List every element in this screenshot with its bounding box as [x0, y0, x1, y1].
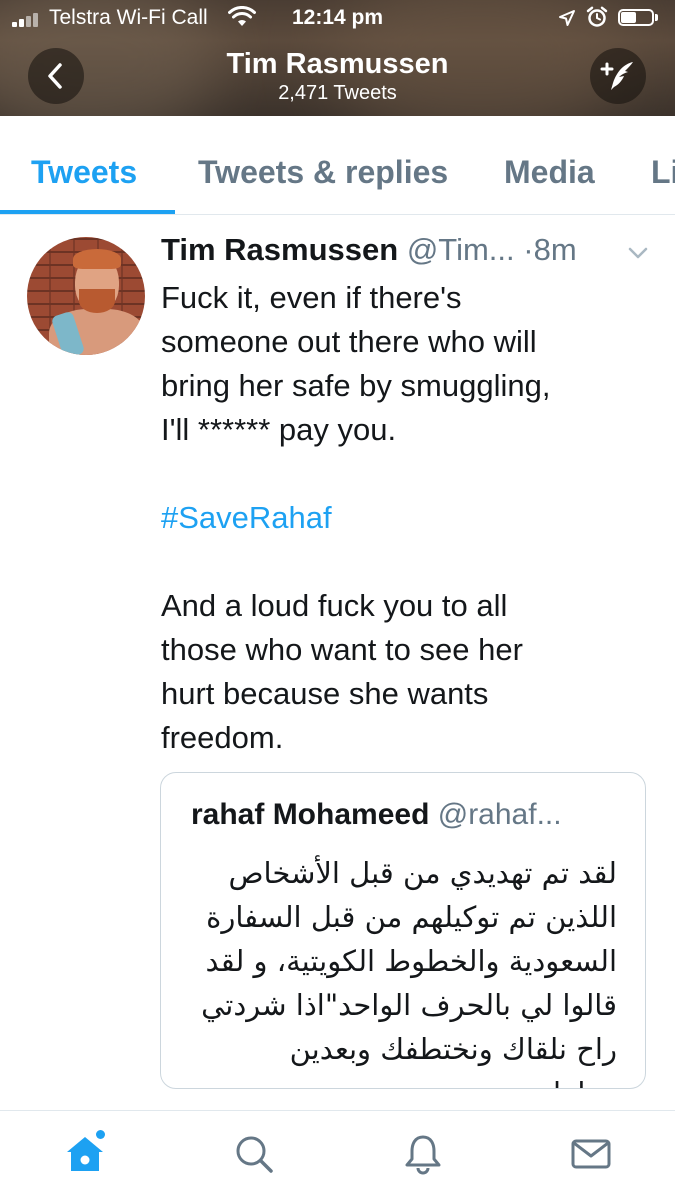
- notifications-bell-icon[interactable]: [402, 1133, 444, 1175]
- tweet-line: And a loud fuck you to all: [161, 588, 508, 623]
- quoted-line: راح نلقاك ونختطفك وبعدين نتعامل...: [289, 1032, 617, 1088]
- tab-tweets[interactable]: Tweets: [31, 154, 137, 191]
- quoted-tweet-text: لقد تم تهديدي من قبل الأشخاص اللذين تم ت…: [185, 851, 617, 1088]
- quoted-author-handle: @rahaf...: [437, 798, 562, 831]
- location-arrow-icon: [559, 10, 575, 26]
- profile-tabs: Tweets Tweets & replies Media Li: [0, 116, 675, 215]
- quoted-author-name: rahaf Mohameed: [191, 798, 430, 831]
- active-tab-indicator: [0, 210, 175, 214]
- hashtag-link[interactable]: #SaveRahaf: [161, 496, 651, 540]
- tweet-timestamp: ·8m: [523, 232, 577, 267]
- tweet-text: Fuck it, even if there's someone out the…: [161, 276, 651, 760]
- tab-likes[interactable]: Li: [651, 154, 675, 191]
- tweet-line: freedom.: [161, 720, 284, 755]
- profile-name-title: Tim Rasmussen: [226, 48, 449, 80]
- quoted-line: قالوا لي بالحرف الواحد"اذا شردتي: [201, 988, 617, 1022]
- search-icon[interactable]: [233, 1133, 275, 1175]
- quoted-line: لقد تم تهديدي من قبل الأشخاص: [228, 856, 617, 890]
- tweet-line: those who want to see her: [161, 632, 523, 667]
- tweet-author-name[interactable]: Tim Rasmussen: [161, 232, 398, 267]
- tweet-line: bring her safe by smuggling,: [161, 368, 551, 403]
- tweet-count: 2,471 Tweets: [278, 82, 397, 104]
- new-content-indicator: [96, 1130, 105, 1139]
- bottom-tab-bar: [0, 1110, 675, 1200]
- avatar[interactable]: [27, 237, 145, 355]
- tweet-author-handle[interactable]: @Tim...: [407, 232, 515, 267]
- tab-tweets-and-replies[interactable]: Tweets & replies: [198, 154, 448, 191]
- home-icon[interactable]: [64, 1133, 106, 1175]
- status-bar: Telstra Wi-Fi Call 12:14 pm: [0, 0, 675, 38]
- messages-envelope-icon[interactable]: [570, 1133, 612, 1175]
- alarm-icon: [586, 6, 608, 27]
- profile-header: Telstra Wi-Fi Call 12:14 pm Tim Rasmusse…: [0, 0, 675, 116]
- tweet-line: I'll ****** pay you.: [161, 412, 397, 447]
- tweet-header: Tim Rasmussen @Tim... ·8m: [161, 232, 661, 268]
- tab-media[interactable]: Media: [504, 154, 595, 191]
- quoted-tweet-header: rahaf Mohameed @rahaf...: [191, 797, 562, 833]
- quoted-tweet-card[interactable]: rahaf Mohameed @rahaf... لقد تم تهديدي م…: [160, 772, 646, 1089]
- battery-icon: [618, 9, 660, 28]
- quoted-line: اللذين تم توكيلهم من قبل السفارة: [206, 900, 617, 934]
- tweet-line: Fuck it, even if there's: [161, 280, 462, 315]
- tweet-line: someone out there who will: [161, 324, 537, 359]
- tweet-line: hurt because she wants: [161, 676, 489, 711]
- quoted-line: السعودية والخطوط الكويتية، و لقد: [205, 944, 617, 978]
- compose-tweet-icon: [600, 62, 633, 90]
- compose-tweet-button[interactable]: [590, 48, 646, 104]
- chevron-down-icon[interactable]: [627, 245, 649, 261]
